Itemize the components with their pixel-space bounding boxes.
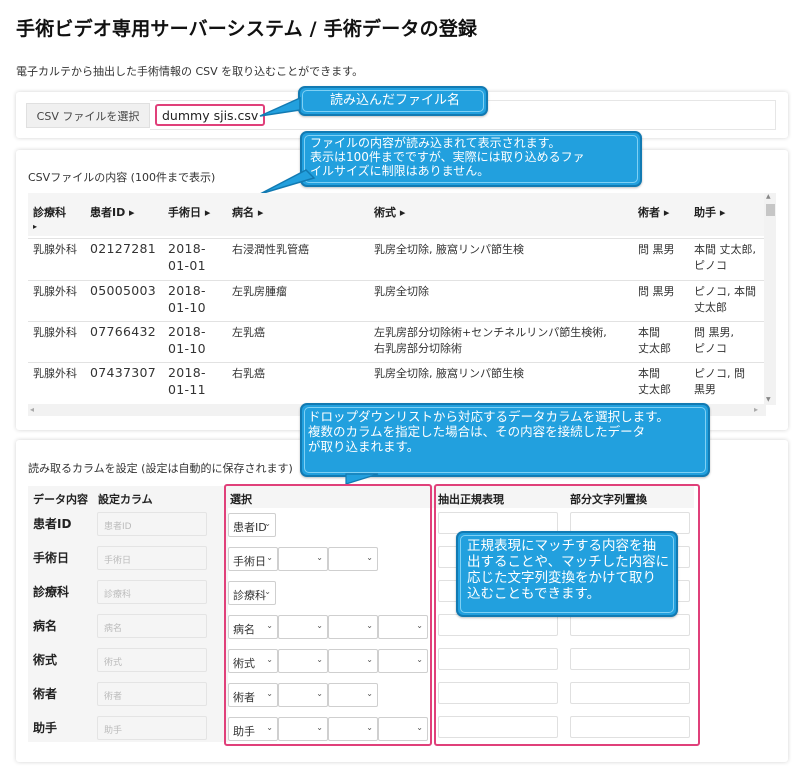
callout-content: ファイルの内容が読み込まれて表示されます。 表示は100件までですが、実際には取… [300, 131, 642, 187]
callout-regex-line2: 出することや、マッチした内容に [467, 553, 670, 570]
callout-content-pointer [259, 169, 316, 195]
setting-column-input[interactable]: 病名 [97, 614, 207, 638]
mapping-label-3: 病名 [33, 619, 58, 633]
callout-dropdown-line2: 複数のカラムを指定した場合は、その内容を接続したデータ [308, 423, 646, 439]
header-setting: 設定カラム [98, 493, 153, 506]
mapping-label-6: 助手 [33, 721, 58, 735]
header-data: データ内容 [33, 493, 88, 506]
preview-vertical-scrollbar[interactable] [764, 193, 776, 405]
callout-filename-text: 読み込んだファイル名 [330, 93, 461, 108]
mapping-label-2: 診療科 [33, 585, 70, 599]
col-dept-sort[interactable]: ▸ [33, 222, 37, 231]
setting-column-input[interactable]: 手術日 [97, 546, 207, 570]
preview-scroll-thumb[interactable] [766, 204, 775, 216]
mapping-label-4: 術式 [33, 653, 58, 667]
callout-regex: 正規表現にマッチする内容を抽 出することや、マッチした内容に 応じた文字列変換を… [456, 531, 678, 617]
callout-dropdown: ドロップダウンリストから対応するデータカラムを選択します。 複数のカラムを指定し… [300, 403, 710, 477]
callout-filename-pointer [259, 96, 301, 117]
mapping-label-0: 患者ID [33, 517, 72, 531]
setting-column-input[interactable]: 患者ID [97, 512, 207, 536]
setting-column-input[interactable]: 術者 [97, 682, 207, 706]
scroll-down-icon[interactable]: ▼ [766, 396, 771, 403]
col-surgery-date[interactable]: 手術日 ▸ [168, 204, 210, 220]
col-patient-id[interactable]: 患者ID ▸ [90, 204, 135, 220]
mapping-label-1: 手術日 [33, 551, 70, 565]
callout-dropdown-line3: が取り込まれます。 [308, 438, 420, 454]
col-dept[interactable]: 診療科 [33, 204, 66, 220]
callout-filename: 読み込んだファイル名 [298, 86, 488, 116]
page-subtitle: 電子カルテから抽出した手術情報の CSV を取り込むことができます。 [16, 65, 364, 78]
callout-dropdown-line1: ドロップダウンリストから対応するデータカラムを選択します。 [308, 409, 669, 424]
scroll-left-icon[interactable]: ◂ [30, 405, 34, 414]
col-disease[interactable]: 病名 ▸ [232, 204, 263, 220]
loaded-filename: dummy sjis.csv [155, 104, 266, 126]
select-column-highlight [224, 484, 432, 746]
mapping-label-5: 術者 [33, 687, 58, 701]
callout-regex-line4: 込むこともできます。 [467, 585, 601, 602]
callout-content-line1: ファイルの内容が読み込まれて表示されます。 [310, 136, 561, 150]
setting-column-input[interactable]: 助手 [97, 716, 207, 740]
scroll-up-icon[interactable]: ▲ [766, 193, 771, 200]
csv-preview-title: CSVファイルの内容 (100件まで表示) [28, 171, 216, 184]
page-title: 手術ビデオ専用サーバーシステム / 手術データの登録 [16, 18, 478, 40]
callout-regex-line1: 正規表現にマッチする内容を抽 [467, 538, 656, 554]
scroll-right-icon[interactable]: ▸ [754, 405, 758, 414]
setting-column-input[interactable]: 術式 [97, 648, 207, 672]
callout-content-line2: 表示は100件までですが、実際には取り込めるファ [310, 150, 585, 165]
callout-regex-line3: 応じた文字列変換をかけて取り [467, 569, 656, 586]
mapping-title: 読み取るカラムを設定 (設定は自動的に保存されます) [28, 462, 293, 475]
setting-column-input[interactable]: 診療科 [97, 580, 207, 604]
csv-file-select-button[interactable]: CSV ファイルを選択 [26, 103, 150, 128]
col-assistant[interactable]: 助手 ▸ [694, 204, 725, 220]
callout-content-line3: イルサイズに制限はありません。 [310, 164, 490, 179]
col-surgeon[interactable]: 術者 ▸ [638, 204, 669, 220]
col-procedure[interactable]: 術式 ▸ [374, 204, 405, 220]
